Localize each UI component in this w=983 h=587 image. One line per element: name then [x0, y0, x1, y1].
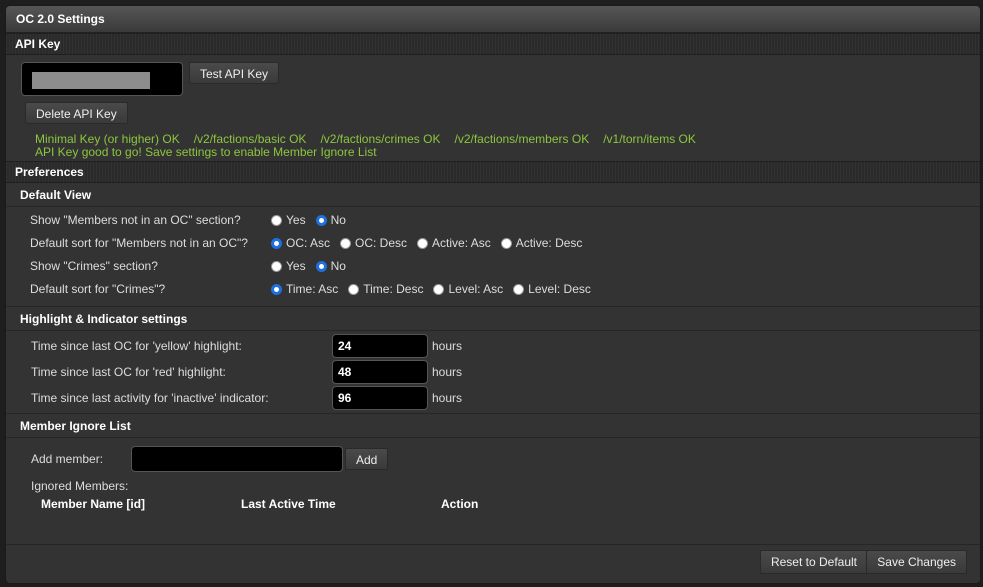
radio-label: Time: Asc — [286, 282, 339, 296]
hl-row-yellow: Time since last OC for 'yellow' highligh… — [6, 333, 980, 359]
api-key-input[interactable] — [21, 62, 183, 96]
radio-no[interactable]: No — [315, 209, 346, 232]
add-member-input[interactable] — [131, 446, 343, 472]
api-key-row: Test API Key — [6, 60, 980, 100]
check-factions-basic: /v2/factions/basic OK — [193, 132, 307, 146]
radio-level-desc[interactable]: Level: Desc — [513, 278, 591, 301]
default-view-rows: Show "Members not in an OC" section? Yes… — [6, 207, 980, 301]
radio-active-asc[interactable]: Active: Asc — [417, 232, 491, 255]
radio-label: Yes — [286, 213, 306, 227]
radio-label: Level: Asc — [448, 282, 504, 296]
radio-dot[interactable] — [500, 238, 512, 249]
highlight-header: Highlight & Indicator settings — [20, 312, 188, 326]
test-api-key-button[interactable]: Test API Key — [189, 62, 280, 84]
radio-dot-selected[interactable] — [271, 238, 282, 249]
settings-panel: OC 2.0 Settings API Key Test API Key Del… — [5, 5, 981, 584]
hl-row-inactive: Time since last activity for 'inactive' … — [6, 385, 980, 411]
pref-row-crimes-sort: Default sort for "Crimes"? Time: Asc Time… — [6, 278, 980, 301]
divider — [6, 413, 980, 414]
yellow-hours-input[interactable]: 24 — [332, 334, 428, 358]
red-hours-input[interactable]: 48 — [332, 360, 428, 384]
hl-unit: hours — [432, 339, 463, 353]
radio-label: No — [330, 259, 346, 273]
add-member-button[interactable]: Add — [345, 448, 389, 470]
radio-group-show-crimes: Yes No — [271, 255, 356, 278]
add-member-label: Add member: — [31, 452, 104, 466]
radio-no[interactable]: No — [315, 255, 346, 278]
pref-row-members-sort: Default sort for "Members not in an OC"?… — [6, 232, 980, 255]
radio-dot-selected[interactable] — [271, 284, 282, 295]
highlight-rows: Time since last OC for 'yellow' highligh… — [6, 331, 980, 411]
radio-group-show-members: Yes No — [271, 209, 356, 232]
save-changes-button[interactable]: Save Changes — [866, 550, 967, 574]
hl-label: Time since last OC for 'red' highlight: — [31, 365, 226, 379]
radio-label: Active: Desc — [515, 236, 583, 250]
radio-label: OC: Desc — [355, 236, 408, 250]
preferences-header: Preferences — [6, 161, 980, 183]
ignored-table-header: Member Name [id] Last Active Time Action — [6, 497, 980, 517]
column-member-name: Member Name [id] — [41, 497, 146, 511]
radio-dot[interactable] — [433, 284, 445, 295]
pref-label: Show "Crimes" section? — [30, 259, 158, 273]
radio-dot[interactable] — [417, 238, 429, 249]
ignored-members-label: Ignored Members: — [31, 479, 129, 493]
radio-time-desc[interactable]: Time: Desc — [348, 278, 423, 301]
api-key-masked-value — [32, 72, 150, 89]
pref-label: Default sort for "Members not in an OC"? — [30, 236, 248, 250]
radio-group-members-sort: OC: Asc OC: Desc Active: Asc Active: Desc — [271, 232, 592, 255]
default-view-header: Default View — [20, 188, 92, 202]
api-key-header: API Key — [6, 33, 980, 55]
radio-oc-asc[interactable]: OC: Asc — [271, 232, 330, 255]
delete-api-key-button[interactable]: Delete API Key — [25, 102, 128, 124]
hl-label: Time since last OC for 'yellow' highligh… — [31, 339, 242, 353]
radio-oc-desc[interactable]: OC: Desc — [340, 232, 407, 255]
radio-label: No — [330, 213, 346, 227]
check-factions-crimes: /v2/factions/crimes OK — [320, 132, 441, 146]
radio-yes[interactable]: Yes — [271, 255, 306, 278]
radio-label: Yes — [286, 259, 306, 273]
api-status-message: API Key good to go! Save settings to ena… — [35, 145, 377, 159]
check-minimal-key: Minimal Key (or higher) OK — [35, 132, 180, 146]
pref-label: Default sort for "Crimes"? — [30, 282, 166, 296]
hl-unit: hours — [432, 391, 463, 405]
radio-label: OC: Asc — [286, 236, 331, 250]
radio-active-desc[interactable]: Active: Desc — [500, 232, 583, 255]
pref-row-show-members: Show "Members not in an OC" section? Yes… — [6, 209, 980, 232]
column-action: Action — [441, 497, 479, 511]
add-member-row: Add member: Add — [6, 444, 980, 474]
radio-dot[interactable] — [340, 238, 352, 249]
radio-group-crimes-sort: Time: Asc Time: Desc Level: Asc Level: Desc — [271, 278, 601, 301]
inactive-hours-input[interactable]: 96 — [332, 386, 428, 410]
radio-dot[interactable] — [513, 284, 525, 295]
radio-yes[interactable]: Yes — [271, 209, 306, 232]
panel-title: OC 2.0 Settings — [6, 6, 980, 33]
reset-to-default-button[interactable]: Reset to Default — [759, 550, 868, 574]
radio-dot[interactable] — [348, 284, 360, 295]
radio-level-asc[interactable]: Level: Asc — [433, 278, 503, 301]
divider — [6, 437, 980, 438]
ignore-list-header: Member Ignore List — [20, 419, 131, 433]
hl-row-red: Time since last OC for 'red' highlight: … — [6, 359, 980, 385]
radio-time-asc[interactable]: Time: Asc — [271, 278, 338, 301]
pref-label: Show "Members not in an OC" section? — [30, 213, 241, 227]
hl-label: Time since last activity for 'inactive' … — [31, 391, 269, 405]
delete-row: Delete API Key — [6, 102, 980, 128]
radio-label: Active: Asc — [432, 236, 491, 250]
radio-dot[interactable] — [271, 215, 282, 226]
radio-label: Level: Desc — [528, 282, 591, 296]
footer-bar: Reset to Default Save Changes — [6, 544, 980, 583]
divider — [6, 306, 980, 307]
column-last-active: Last Active Time — [241, 497, 336, 511]
hl-unit: hours — [432, 365, 463, 379]
radio-dot[interactable] — [271, 261, 282, 272]
radio-label: Time: Desc — [363, 282, 424, 296]
radio-dot-selected[interactable] — [315, 215, 327, 226]
check-factions-members: /v2/factions/members OK — [454, 132, 590, 146]
radio-dot-selected[interactable] — [315, 261, 327, 272]
pref-row-show-crimes: Show "Crimes" section? Yes No — [6, 255, 980, 278]
check-torn-items: /v1/torn/items OK — [603, 132, 696, 146]
